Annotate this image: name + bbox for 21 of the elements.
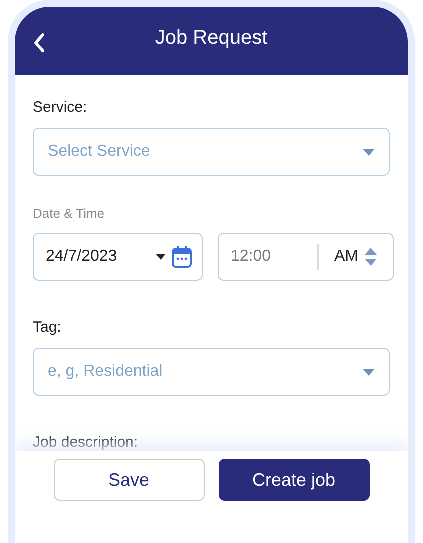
back-icon	[33, 33, 45, 53]
screen-title: Job Request	[155, 26, 268, 50]
field-label: Date & Time	[33, 206, 106, 221]
create-button[interactable]: Create job	[218, 459, 370, 501]
date-value: 24/7/2023	[46, 248, 118, 266]
time-picker[interactable]: 12:00 AM	[218, 233, 394, 281]
field-label: Job description:	[33, 434, 140, 451]
calendar-icon[interactable]	[172, 246, 192, 268]
back-button[interactable]	[33, 33, 45, 53]
placeholder-text: Select Service	[48, 143, 150, 161]
field-label: Tag:	[33, 319, 62, 336]
save-button[interactable]: Save	[54, 459, 204, 501]
time-value: 12:00	[231, 248, 272, 266]
period-value: AM	[334, 248, 358, 266]
placeholder-text: e, g, Residential	[48, 363, 163, 381]
date-field[interactable]: 24/7/2023	[33, 233, 203, 281]
dropdown-icon	[156, 254, 166, 260]
field-label: Service:	[33, 99, 88, 116]
stepper-icon[interactable]	[364, 247, 376, 267]
dropdown-icon	[363, 148, 375, 156]
dropdown-icon	[363, 368, 375, 376]
